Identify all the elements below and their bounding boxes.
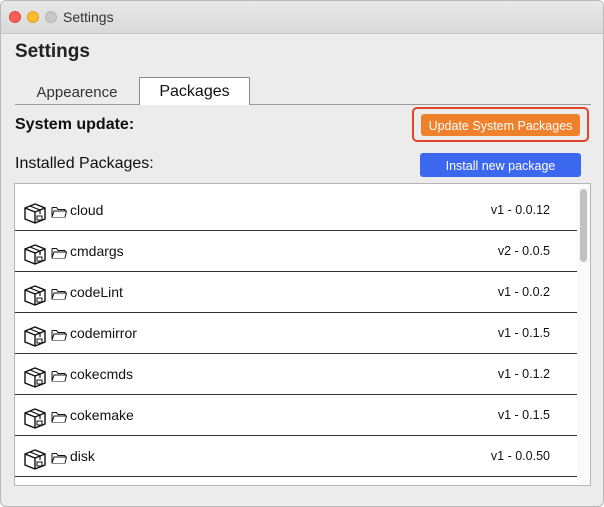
- package-name: cloud: [70, 202, 104, 218]
- package-version: v1 - 0.1.2: [497, 367, 550, 381]
- package-box-icon: [21, 365, 49, 389]
- package-row[interactable]: cloud v1 - 0.0.12: [15, 191, 577, 231]
- package-name: cmdargs: [70, 243, 124, 259]
- scrollbar-thumb[interactable]: [580, 189, 587, 262]
- folder-icon: [51, 287, 68, 301]
- tab-appearence[interactable]: Appearence: [15, 82, 139, 104]
- package-box-icon: [21, 242, 49, 266]
- package-box-icon: [21, 406, 49, 430]
- settings-window: Settings Settings Appearence Packages Sy…: [0, 0, 604, 507]
- package-box-icon: [21, 447, 49, 471]
- package-version: v2 - 0.0.5: [497, 244, 550, 258]
- package-version: v1 - 0.0.12: [490, 203, 550, 217]
- page-title: Settings: [15, 41, 90, 62]
- tab-packages[interactable]: Packages: [139, 77, 250, 105]
- folder-icon: [51, 246, 68, 260]
- package-row[interactable]: disk v1 - 0.0.50: [15, 437, 577, 477]
- close-window-button[interactable]: [9, 11, 21, 23]
- package-row-partial[interactable]: [15, 478, 577, 485]
- installed-packages-label: Installed Packages:: [15, 155, 154, 172]
- window-title: Settings: [63, 9, 114, 25]
- install-new-package-button[interactable]: Install new package: [420, 153, 581, 177]
- package-box-icon: [21, 324, 49, 348]
- packages-list[interactable]: cloud v1 - 0.0.12 cmdargs v2 - 0.0.5 codeLin…: [14, 183, 591, 486]
- folder-icon: [51, 451, 68, 465]
- package-version: v1 - 0.1.5: [497, 326, 550, 340]
- folder-icon: [51, 369, 68, 383]
- title-bar: Settings: [1, 1, 603, 34]
- package-version: v1 - 0.0.2: [497, 285, 550, 299]
- folder-icon: [51, 205, 68, 219]
- package-row[interactable]: codemirror v1 - 0.1.5: [15, 314, 577, 354]
- package-row[interactable]: codeLint v1 - 0.0.2: [15, 273, 577, 313]
- package-name: disk: [70, 448, 95, 464]
- update-system-packages-button[interactable]: Update System Packages: [421, 114, 580, 136]
- package-box-icon: [21, 201, 49, 225]
- folder-icon: [51, 328, 68, 342]
- package-box-icon: [21, 283, 49, 307]
- system-update-label: System update:: [15, 116, 135, 133]
- tab-strip-divider: [15, 104, 591, 105]
- folder-icon: [51, 410, 68, 424]
- zoom-window-button[interactable]: [45, 11, 57, 23]
- package-version: v1 - 0.1.5: [497, 408, 550, 422]
- package-name: codeLint: [70, 284, 123, 300]
- package-name: cokecmds: [70, 366, 134, 382]
- package-row[interactable]: cokecmds v1 - 0.1.2: [15, 355, 577, 395]
- package-name: codemirror: [70, 325, 137, 341]
- package-row[interactable]: cmdargs v2 - 0.0.5: [15, 232, 577, 272]
- package-name: cokemake: [70, 407, 134, 423]
- package-row[interactable]: cokemake v1 - 0.1.5: [15, 396, 577, 436]
- minimize-window-button[interactable]: [27, 11, 39, 23]
- package-version: v1 - 0.0.50: [490, 449, 550, 463]
